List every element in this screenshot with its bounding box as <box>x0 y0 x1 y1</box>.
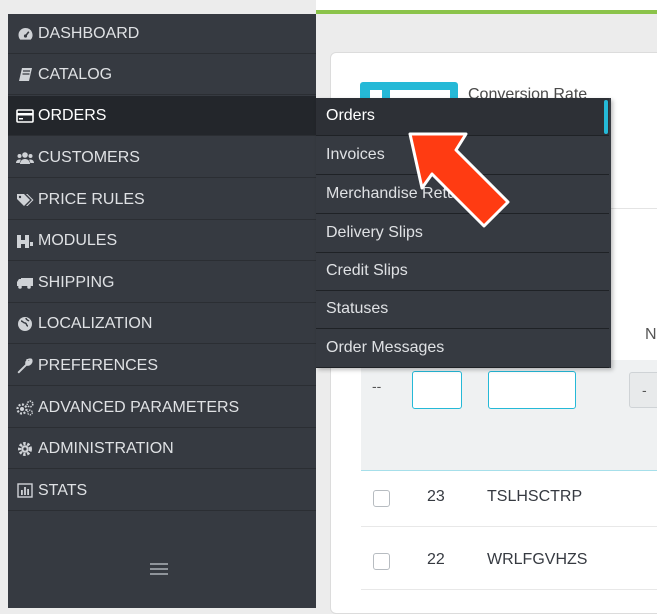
puzzle-icon <box>16 233 34 249</box>
table-row[interactable]: 22 WRLFGVHZS <box>361 535 657 590</box>
sidebar-item-label: DASHBOARD <box>38 24 140 42</box>
sidebar-item-label: ADMINISTRATION <box>38 439 174 457</box>
sidebar-item-label: PRICE RULES <box>38 190 145 208</box>
sidebar-item-advanced-parameters[interactable]: ADVANCED PARAMETERS <box>8 388 316 428</box>
tag-icon <box>16 192 34 208</box>
sidebar-item-orders[interactable]: ORDERS <box>8 96 316 136</box>
submenu-active-indicator <box>604 100 608 134</box>
gear-icon <box>16 441 34 457</box>
row-checkbox[interactable] <box>373 553 390 570</box>
sidebar-item-administration[interactable]: ADMINISTRATION <box>8 429 316 469</box>
sidebar-item-modules[interactable]: MODULES <box>8 221 316 261</box>
row-id: 23 <box>427 488 445 505</box>
sidebar-item-label: CUSTOMERS <box>38 148 140 166</box>
sidebar-item-dashboard[interactable]: DASHBOARD <box>8 14 316 54</box>
sidebar-item-label: LOCALIZATION <box>38 314 153 332</box>
hamburger-icon[interactable] <box>150 562 168 580</box>
top-header-strip <box>316 0 657 10</box>
submenu-item-statuses[interactable]: Statuses <box>316 291 609 329</box>
sidebar-item-label: MODULES <box>38 231 118 249</box>
cogs-icon <box>16 399 34 416</box>
credit-card-icon <box>16 108 34 124</box>
sidebar-item-shipping[interactable]: SHIPPING <box>8 263 316 303</box>
table-column-header: N <box>645 326 657 343</box>
pointer-arrow-icon <box>408 132 510 228</box>
submenu-item-credit-slips[interactable]: Credit Slips <box>316 253 609 291</box>
wrench-icon <box>16 357 34 374</box>
sidebar-item-catalog[interactable]: CATALOG <box>8 55 316 95</box>
sidebar-item-price-rules[interactable]: PRICE RULES <box>8 180 316 220</box>
sidebar-item-localization[interactable]: LOCALIZATION <box>8 304 316 344</box>
sidebar-item-customers[interactable]: CUSTOMERS <box>8 138 316 178</box>
sidebar-item-preferences[interactable]: PREFERENCES <box>8 346 316 386</box>
filter-select[interactable]: - <box>629 372 657 408</box>
sidebar-item-label: ADVANCED PARAMETERS <box>38 398 240 416</box>
truck-icon <box>16 275 34 291</box>
bar-chart-icon <box>16 483 34 499</box>
sidebar-nav: DASHBOARD CATALOG ORDERS CUSTOMERS PRICE… <box>8 14 316 608</box>
book-icon <box>16 67 34 83</box>
row-checkbox[interactable] <box>373 490 390 507</box>
filter-id-input[interactable] <box>412 371 462 409</box>
submenu-item-order-messages[interactable]: Order Messages <box>316 330 609 368</box>
sidebar-item-label: ORDERS <box>38 106 107 124</box>
table-row[interactable]: 23 TSLHSCTRP <box>361 472 657 527</box>
filter-reference-input[interactable] <box>488 371 576 409</box>
sidebar-item-label: PREFERENCES <box>38 356 159 374</box>
row-reference: WRLFGVHZS <box>487 551 588 568</box>
sidebar-item-label: STATS <box>38 481 88 499</box>
row-id: 22 <box>427 551 445 568</box>
filter-placeholder: -- <box>372 378 382 394</box>
sidebar-item-label: CATALOG <box>38 65 113 83</box>
users-icon <box>16 150 34 166</box>
row-reference: TSLHSCTRP <box>487 488 583 505</box>
sidebar-item-label: SHIPPING <box>38 273 115 291</box>
sidebar-item-stats[interactable]: STATS <box>8 471 316 511</box>
dashboard-icon <box>16 26 34 42</box>
globe-icon <box>16 316 34 332</box>
